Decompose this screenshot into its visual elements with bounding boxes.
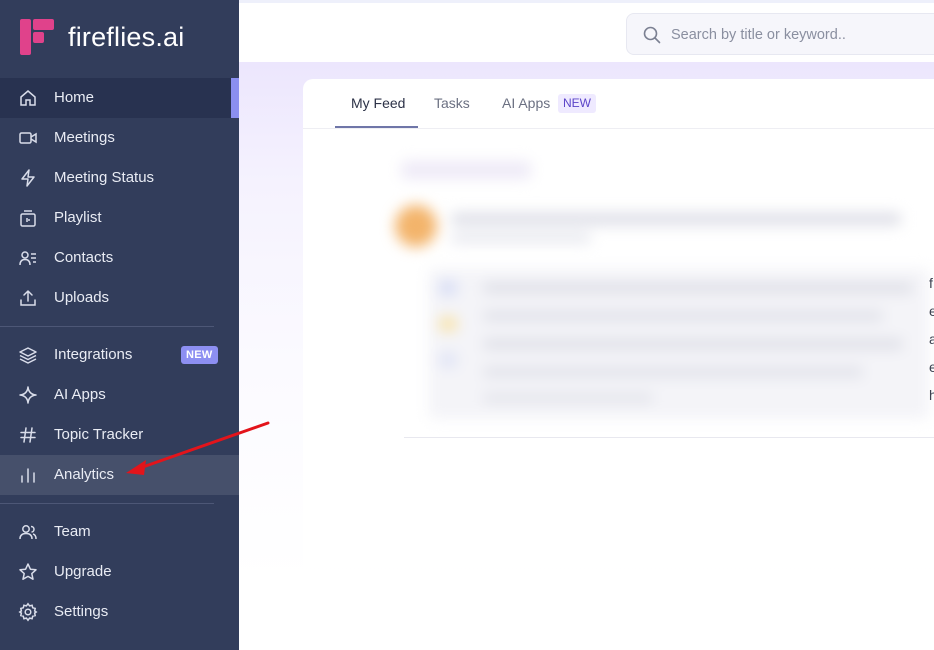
brand-name: fireflies.ai: [68, 21, 185, 52]
sidebar-item-label: Integrations: [54, 346, 133, 363]
main-content: My Feed Tasks AI Apps NEW f e a e h: [239, 62, 934, 650]
sidebar-item-meeting-status[interactable]: Meeting Status: [0, 158, 239, 198]
sidebar-item-label: Home: [54, 89, 95, 106]
sidebar-divider: [0, 503, 214, 504]
sidebar-item-label: Meeting Status: [54, 169, 155, 186]
sidebar-item-label: Upgrade: [54, 563, 112, 580]
gear-icon: [18, 602, 38, 622]
sidebar-item-ai-apps[interactable]: AI Apps: [0, 375, 239, 415]
sidebar-item-label: Playlist: [54, 209, 102, 226]
sidebar-item-label: Topic Tracker: [54, 426, 144, 443]
sidebar-item-integrations[interactable]: Integrations NEW: [0, 335, 239, 375]
sidebar-divider: [0, 326, 214, 327]
layers-icon: [18, 345, 38, 365]
sidebar-item-label: Contacts: [54, 249, 114, 266]
sidebar-item-uploads[interactable]: Uploads: [0, 278, 239, 318]
sidebar-item-meetings[interactable]: Meetings: [0, 118, 239, 158]
active-tab-indicator: [335, 126, 418, 128]
app-window: fireflies.ai Home Meetings Meeting Statu…: [0, 0, 934, 650]
top-bar: Search by title or keyword..: [239, 0, 934, 62]
feed-card: My Feed Tasks AI Apps NEW f e a e h: [303, 79, 934, 567]
sidebar-item-topic-tracker[interactable]: Topic Tracker: [0, 415, 239, 455]
sidebar-item-label: Meetings: [54, 129, 115, 146]
video-camera-icon: [18, 128, 38, 148]
sidebar: fireflies.ai Home Meetings Meeting Statu…: [0, 0, 239, 650]
new-badge: NEW: [181, 346, 218, 364]
contacts-icon: [18, 248, 38, 268]
sidebar-item-team[interactable]: Team: [0, 512, 239, 552]
lightning-icon: [18, 168, 38, 188]
search-placeholder: Search by title or keyword..: [671, 27, 846, 43]
sidebar-item-analytics[interactable]: Analytics: [0, 455, 239, 495]
feed-edge-letter: h: [929, 387, 934, 403]
blurred-feed-content: [383, 141, 934, 441]
sidebar-item-upgrade[interactable]: Upgrade: [0, 552, 239, 592]
sparkle-icon: [18, 385, 38, 405]
hashtag-icon: [18, 425, 38, 445]
search-icon: [643, 26, 661, 44]
new-badge: NEW: [558, 94, 596, 113]
playlist-icon: [18, 208, 38, 228]
tab-my-feed[interactable]: My Feed: [351, 95, 405, 111]
feed-tabs: My Feed Tasks AI Apps NEW: [303, 79, 934, 129]
search-input[interactable]: Search by title or keyword..: [626, 13, 934, 55]
sidebar-item-label: Uploads: [54, 289, 110, 306]
feed-edge-letter: a: [929, 331, 934, 347]
sidebar-item-label: Analytics: [54, 466, 115, 483]
fireflies-logo-icon: [20, 19, 54, 55]
team-icon: [18, 522, 38, 542]
feed-divider: [404, 437, 934, 438]
sidebar-item-home[interactable]: Home: [0, 78, 239, 118]
sidebar-item-label: Settings: [54, 603, 109, 620]
upload-icon: [18, 288, 38, 308]
feed-edge-letter: e: [929, 303, 934, 319]
sidebar-item-playlist[interactable]: Playlist: [0, 198, 239, 238]
sidebar-item-label: AI Apps: [54, 386, 106, 403]
tab-tasks[interactable]: Tasks: [434, 95, 470, 111]
feed-text-edge: f e a e h: [929, 269, 934, 409]
feed-edge-letter: f: [929, 275, 933, 291]
bar-chart-icon: [18, 465, 38, 485]
sidebar-item-label: Team: [54, 523, 91, 540]
feed-edge-letter: e: [929, 359, 934, 375]
tab-ai-apps[interactable]: AI Apps: [502, 95, 550, 111]
brand[interactable]: fireflies.ai: [18, 16, 184, 58]
sidebar-item-settings[interactable]: Settings: [0, 592, 239, 632]
star-icon: [18, 562, 38, 582]
sidebar-item-contacts[interactable]: Contacts: [0, 238, 239, 278]
home-icon: [18, 88, 38, 108]
